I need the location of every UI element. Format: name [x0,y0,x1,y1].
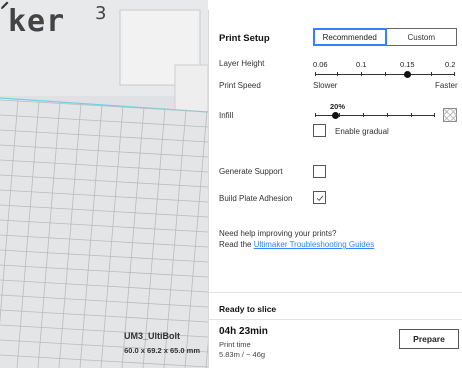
help-text-prefix: Read the [219,240,254,249]
infill-slider-handle[interactable] [332,112,339,119]
build-plate-adhesion-checkbox[interactable] [313,191,326,204]
checkmark-icon [316,194,323,201]
print-speed-label: Print Speed [219,81,261,90]
divider [209,292,462,293]
layer-height-value-3: 0.2 [445,60,456,69]
generate-support-checkbox[interactable] [313,165,326,178]
troubleshooting-guides-link[interactable]: Ultimaker Troubleshooting Guides [254,240,375,249]
print-setup-mode-switch: Recommended Custom [313,28,457,46]
enable-gradual-checkbox[interactable] [313,124,326,137]
pencil-icon[interactable] [0,0,10,10]
build-plate-scene [0,0,208,368]
print-speed-faster-label: Faster [435,81,458,90]
build-plate-adhesion-label: Build Plate Adhesion [219,194,293,203]
slice-status-title: Ready to slice [219,304,277,314]
layer-height-slider-handle[interactable] [404,71,411,78]
divider [209,319,462,320]
infill-value: 20% [330,102,346,111]
brand-logo-text: ker [8,4,66,39]
layer-height-value-2: 0.15 [400,60,415,69]
model-dimensions: 60.0 x 69.2 x 65.0 mm [124,346,200,355]
print-setup-title: Print Setup [219,33,270,44]
help-text-line2: Read the Ultimaker Troubleshooting Guide… [219,240,374,249]
model-name: UM3_UltiBolt [124,331,180,341]
layer-height-value-0: 0.06 [313,60,328,69]
tab-custom[interactable]: Custom [386,28,457,46]
3d-viewport[interactable]: ker 3 UM3_UltiBolt 60.0 x 69.2 x 65.0 mm [0,0,208,368]
tab-recommended[interactable]: Recommended [313,28,387,46]
layer-height-label: Layer Height [219,59,265,68]
brand-logo-superscript: 3 [95,3,107,24]
infill-label: Infill [219,111,234,120]
enable-gradual-label: Enable gradual [335,127,389,136]
print-time-value: 04h 23min [219,326,268,337]
infill-pattern-icon [443,108,457,122]
print-time-label: Print time [219,340,251,349]
print-speed-slower-label: Slower [313,81,338,90]
generate-support-label: Generate Support [219,167,283,176]
prepare-button[interactable]: Prepare [399,329,459,349]
material-usage: 5.83m / ~ 46g [219,350,266,359]
help-text-line1: Need help improving your prints? [219,229,337,238]
layer-height-value-1: 0.1 [356,60,367,69]
print-settings-panel: Print Setup Recommended Custom Layer Hei… [208,10,462,368]
